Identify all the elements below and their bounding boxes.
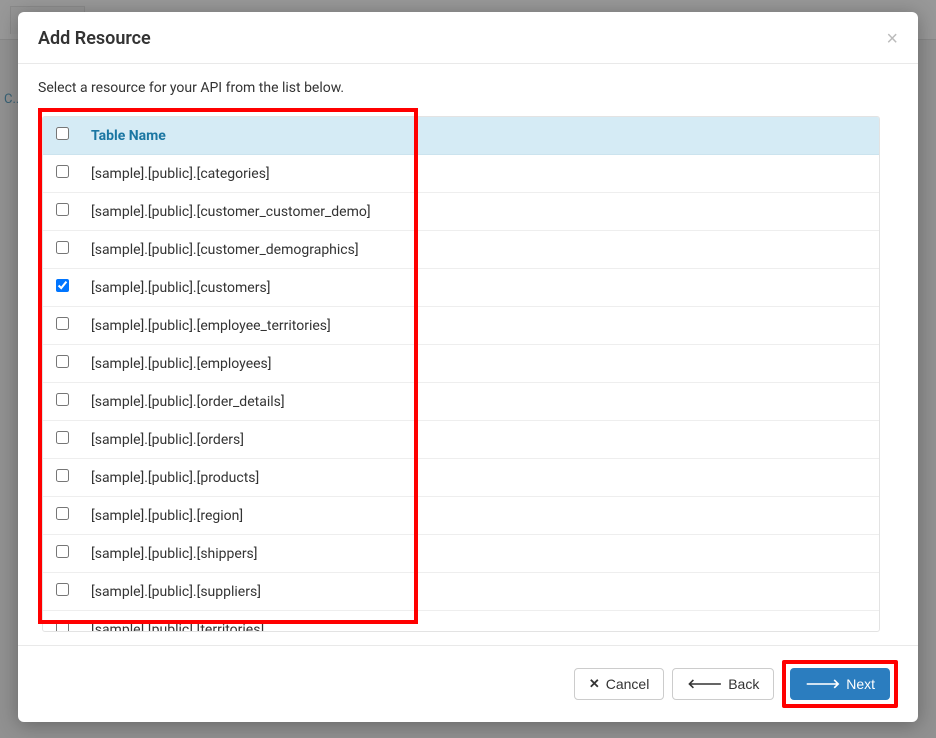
table-row[interactable]: [sample].[public].[order_details] bbox=[43, 383, 879, 421]
row-label: [sample].[public].[customers] bbox=[81, 269, 879, 307]
header-table-name[interactable]: Table Name bbox=[81, 117, 879, 155]
row-checkbox[interactable] bbox=[56, 203, 69, 216]
next-label: Next bbox=[846, 676, 875, 692]
row-checkbox[interactable] bbox=[56, 241, 69, 254]
row-label: [sample].[public].[orders] bbox=[81, 421, 879, 459]
row-checkbox[interactable] bbox=[56, 583, 69, 596]
row-checkbox[interactable] bbox=[56, 469, 69, 482]
close-button[interactable]: × bbox=[886, 29, 898, 49]
table-row[interactable]: [sample].[public].[employees] bbox=[43, 345, 879, 383]
row-checkbox[interactable] bbox=[56, 621, 69, 632]
row-checkbox-cell bbox=[43, 193, 81, 231]
next-highlight-box: 🡒 Next bbox=[782, 660, 898, 708]
close-icon: × bbox=[886, 28, 898, 50]
row-checkbox-cell bbox=[43, 383, 81, 421]
next-button[interactable]: 🡒 Next bbox=[790, 668, 890, 700]
row-checkbox[interactable] bbox=[56, 545, 69, 558]
row-label: [sample].[public].[categories] bbox=[81, 155, 879, 193]
row-checkbox[interactable] bbox=[56, 279, 69, 292]
modal-footer: ✕ Cancel 🡐 Back 🡒 Next bbox=[18, 645, 918, 722]
back-button[interactable]: 🡐 Back bbox=[672, 668, 774, 700]
instruction-text: Select a resource for your API from the … bbox=[38, 80, 898, 96]
row-checkbox[interactable] bbox=[56, 393, 69, 406]
cancel-button[interactable]: ✕ Cancel bbox=[574, 668, 665, 700]
row-label: [sample].[public].[shippers] bbox=[81, 535, 879, 573]
row-checkbox-cell bbox=[43, 459, 81, 497]
cancel-label: Cancel bbox=[606, 676, 650, 692]
row-checkbox-cell bbox=[43, 421, 81, 459]
table-row[interactable]: [sample].[public].[products] bbox=[43, 459, 879, 497]
row-label: [sample].[public].[customer_demographics… bbox=[81, 231, 879, 269]
table-row[interactable]: [sample].[public].[suppliers] bbox=[43, 573, 879, 611]
row-checkbox-cell bbox=[43, 307, 81, 345]
select-all-checkbox[interactable] bbox=[56, 127, 69, 140]
row-checkbox[interactable] bbox=[56, 507, 69, 520]
row-label: [sample].[public].[employees] bbox=[81, 345, 879, 383]
table-row[interactable]: [sample].[public].[customer_customer_dem… bbox=[43, 193, 879, 231]
row-checkbox[interactable] bbox=[56, 431, 69, 444]
row-label: [sample].[public].[products] bbox=[81, 459, 879, 497]
back-label: Back bbox=[728, 676, 759, 692]
row-label: [sample].[public].[region] bbox=[81, 497, 879, 535]
row-label: [sample].[public].[suppliers] bbox=[81, 573, 879, 611]
table-row[interactable]: [sample].[public].[customer_demographics… bbox=[43, 231, 879, 269]
resource-table: Table Name [sample].[public].[categories… bbox=[43, 117, 879, 632]
row-checkbox-cell bbox=[43, 231, 81, 269]
row-label: [sample].[public].[territories] bbox=[81, 611, 879, 633]
row-label: [sample].[public].[customer_customer_dem… bbox=[81, 193, 879, 231]
row-checkbox[interactable] bbox=[56, 165, 69, 178]
table-scroll-container[interactable]: Table Name [sample].[public].[categories… bbox=[42, 116, 880, 632]
table-body: [sample].[public].[categories][sample].[… bbox=[43, 155, 879, 633]
table-row[interactable]: [sample].[public].[region] bbox=[43, 497, 879, 535]
row-checkbox[interactable] bbox=[56, 355, 69, 368]
row-checkbox-cell bbox=[43, 611, 81, 633]
row-label: [sample].[public].[employee_territories] bbox=[81, 307, 879, 345]
arrow-right-icon: 🡒 bbox=[805, 676, 840, 692]
modal-header: Add Resource × bbox=[18, 12, 918, 64]
table-row[interactable]: [sample].[public].[categories] bbox=[43, 155, 879, 193]
row-checkbox-cell bbox=[43, 535, 81, 573]
arrow-left-icon: 🡐 bbox=[687, 676, 722, 692]
table-row[interactable]: [sample].[public].[customers] bbox=[43, 269, 879, 307]
row-checkbox[interactable] bbox=[56, 317, 69, 330]
row-checkbox-cell bbox=[43, 155, 81, 193]
row-checkbox-cell bbox=[43, 573, 81, 611]
row-checkbox-cell bbox=[43, 345, 81, 383]
table-row[interactable]: [sample].[public].[orders] bbox=[43, 421, 879, 459]
row-label: [sample].[public].[order_details] bbox=[81, 383, 879, 421]
modal-title: Add Resource bbox=[38, 28, 151, 49]
add-resource-modal: Add Resource × Select a resource for you… bbox=[18, 12, 918, 722]
header-checkbox-cell bbox=[43, 117, 81, 155]
row-checkbox-cell bbox=[43, 269, 81, 307]
row-checkbox-cell bbox=[43, 497, 81, 535]
x-icon: ✕ bbox=[589, 676, 600, 692]
table-row[interactable]: [sample].[public].[employee_territories] bbox=[43, 307, 879, 345]
table-row[interactable]: [sample].[public].[shippers] bbox=[43, 535, 879, 573]
table-row[interactable]: [sample].[public].[territories] bbox=[43, 611, 879, 633]
